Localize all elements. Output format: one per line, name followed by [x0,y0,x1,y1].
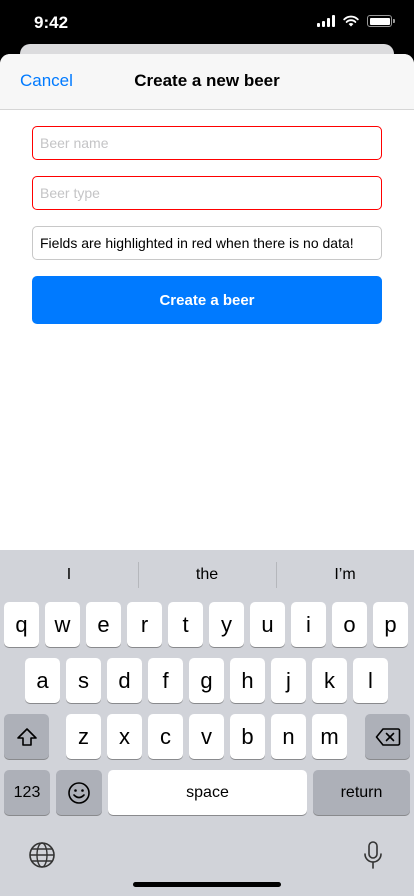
key[interactable]: q [4,602,39,647]
key[interactable]: c [148,714,183,759]
key[interactable]: j [271,658,306,703]
cellular-signal-icon [317,15,335,27]
key[interactable]: r [127,602,162,647]
create-beer-button[interactable]: Create a beer [32,276,382,324]
key[interactable]: o [332,602,367,647]
beer-type-input[interactable] [32,176,382,210]
status-icons [317,15,395,27]
key[interactable]: w [45,602,80,647]
globe-icon[interactable] [28,841,56,869]
shift-key[interactable] [4,714,49,759]
backspace-key[interactable] [365,714,410,759]
suggestion-bar: I the I’m [0,558,414,592]
backspace-icon [375,727,400,746]
key[interactable]: e [86,602,121,647]
key[interactable]: s [66,658,101,703]
status-bar: 9:42 [0,0,414,44]
key[interactable]: f [148,658,183,703]
key[interactable]: t [168,602,203,647]
shift-icon [16,727,37,746]
key[interactable]: m [312,714,347,759]
wifi-icon [343,15,359,27]
key[interactable]: v [189,714,224,759]
key[interactable]: a [25,658,60,703]
key[interactable]: x [107,714,142,759]
keyboard: I the I’m q w e r t y u i o p a s d f g … [0,550,414,896]
suggestion-item[interactable]: I’m [276,558,414,592]
key[interactable]: z [66,714,101,759]
status-time: 9:42 [34,13,69,32]
space-key[interactable]: space [108,770,307,815]
key[interactable]: b [230,714,265,759]
key[interactable]: n [271,714,306,759]
home-indicator [133,882,281,887]
key[interactable]: h [230,658,265,703]
key[interactable]: l [353,658,388,703]
numbers-key[interactable]: 123 [4,770,50,815]
microphone-icon[interactable] [361,840,385,870]
battery-icon [367,15,395,27]
emoji-key[interactable] [56,770,102,815]
beer-name-input[interactable] [32,126,382,160]
emoji-icon [68,781,90,804]
key[interactable]: u [250,602,285,647]
key[interactable]: i [291,602,326,647]
suggestion-item[interactable]: the [138,558,276,592]
return-key[interactable]: return [313,770,410,815]
key[interactable]: g [189,658,224,703]
cancel-button[interactable]: Cancel [20,71,73,91]
key[interactable]: d [107,658,142,703]
suggestion-item[interactable]: I [0,558,138,592]
key[interactable]: k [312,658,347,703]
key[interactable]: y [209,602,244,647]
beer-note-input[interactable] [32,226,382,260]
key[interactable]: p [373,602,408,647]
navigation-bar: Create a new beer Cancel [0,54,414,110]
